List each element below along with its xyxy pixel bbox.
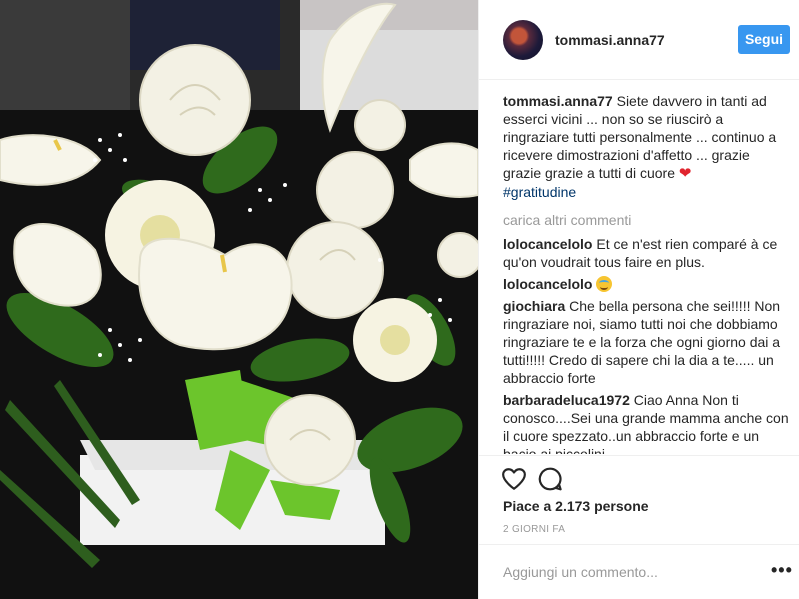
smiling-face-halo-emoji	[596, 276, 613, 292]
flower-bouquet-image	[0, 0, 478, 599]
comment-item: barbaradeluca1972 Ciao Anna Non ti conos…	[503, 391, 790, 454]
hashtag-link[interactable]: #gratitudine	[503, 184, 576, 200]
post-timestamp[interactable]: 2 GIORNI FA	[503, 524, 565, 535]
post-header: tommasi.anna77 Segui	[479, 0, 799, 80]
heart-icon[interactable]	[501, 466, 527, 492]
post-photo[interactable]	[0, 0, 478, 599]
comment-item: giochiara Che bella persona che sei!!!!!…	[503, 297, 790, 387]
follow-button[interactable]: Segui	[738, 25, 790, 54]
likes-count[interactable]: Piace a 2.173 persone	[503, 498, 649, 514]
comment-username[interactable]: giochiara	[503, 298, 565, 314]
comment-username[interactable]: lolocancelolo	[503, 236, 592, 252]
caption-username[interactable]: tommasi.anna77	[503, 93, 613, 109]
comment-icon[interactable]	[537, 466, 563, 492]
caption: tommasi.anna77 Siete davvero in tanti ad…	[503, 92, 790, 201]
heart-emoji: ❤	[678, 165, 692, 182]
comment-username[interactable]: lolocancelolo	[503, 276, 592, 292]
comment-item: lolocancelolo	[503, 275, 790, 293]
comments-list[interactable]: tommasi.anna77 Siete davvero in tanti ad…	[503, 92, 790, 454]
more-options-icon[interactable]: •••	[771, 561, 793, 579]
comment-username[interactable]: barbaradeluca1972	[503, 392, 630, 408]
header-username[interactable]: tommasi.anna77	[555, 32, 665, 48]
comment-item: lolocancelolo Et ce n'est rien comparé à…	[503, 235, 790, 271]
instagram-post: tommasi.anna77 Segui tommasi.anna77 Siet…	[0, 0, 799, 599]
post-sidebar: tommasi.anna77 Segui tommasi.anna77 Siet…	[478, 0, 799, 599]
add-comment-bar: •••	[479, 544, 799, 599]
load-more-comments[interactable]: carica altri commenti	[503, 211, 790, 229]
comment-input[interactable]	[503, 562, 753, 582]
action-bar	[479, 455, 799, 492]
avatar[interactable]	[503, 20, 543, 60]
